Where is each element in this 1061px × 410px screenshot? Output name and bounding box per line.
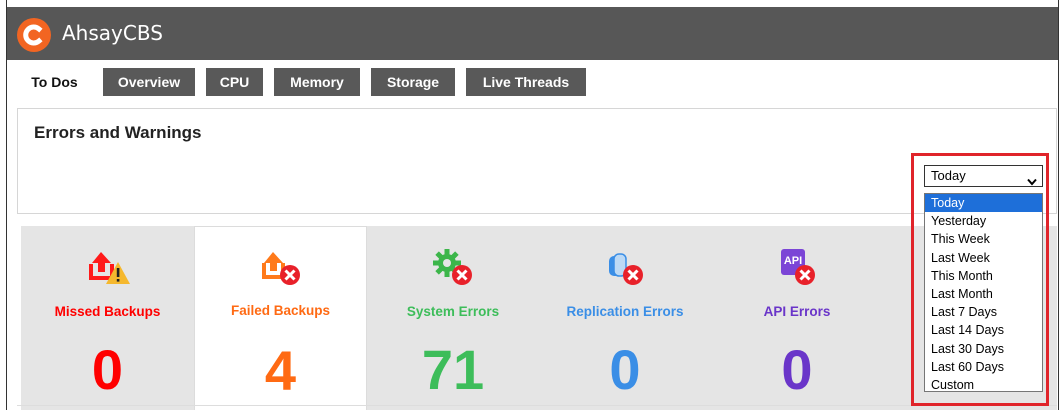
card-system-errors[interactable]: System Errors 71 <box>367 226 539 410</box>
system-error-gear-icon <box>431 248 475 293</box>
tab-storage[interactable]: Storage <box>371 68 455 96</box>
panel-title: Errors and Warnings <box>34 123 202 142</box>
card-label: API Errors <box>763 304 831 319</box>
annotation-highlight-box <box>911 153 1049 406</box>
tab-overview[interactable]: Overview <box>103 68 195 96</box>
app-title: AhsayCBS <box>62 21 163 45</box>
card-label: System Errors <box>406 304 500 319</box>
svg-text:API: API <box>784 255 802 267</box>
card-label: Replication Errors <box>566 304 684 319</box>
card-label: Failed Backups <box>230 303 331 318</box>
card-count: 0 <box>91 338 124 401</box>
replication-error-icon <box>603 248 647 293</box>
card-label: Missed Backups <box>54 304 161 319</box>
missed-backup-icon <box>86 248 130 293</box>
failed-backup-icon <box>259 249 303 294</box>
window-border-right <box>1058 0 1059 410</box>
ahsay-logo-icon <box>17 18 51 52</box>
card-count: 0 <box>609 338 641 401</box>
card-api-errors[interactable]: API API Errors 0 <box>711 226 883 410</box>
app-window: AhsayCBS To Dos Overview CPU Memory Stor… <box>0 0 1061 410</box>
tab-to-dos[interactable]: To Dos <box>17 68 92 96</box>
card-count: 0 <box>781 338 813 401</box>
title-bar: AhsayCBS <box>7 7 1058 60</box>
api-error-icon: API <box>775 248 819 293</box>
tab-memory[interactable]: Memory <box>274 68 360 96</box>
tab-live-threads[interactable]: Live Threads <box>466 68 586 96</box>
card-count: 71 <box>421 338 485 401</box>
card-count: 4 <box>264 339 297 402</box>
card-replication-errors[interactable]: Replication Errors 0 <box>539 226 711 410</box>
window-border-left <box>6 0 7 410</box>
errors-warnings-panel: Errors and Warnings <box>17 108 1057 214</box>
card-missed-backups[interactable]: Missed Backups 0 <box>21 226 194 410</box>
card-failed-backups[interactable]: Failed Backups 4 <box>194 226 367 410</box>
tab-cpu[interactable]: CPU <box>206 68 263 96</box>
divider <box>17 405 1057 406</box>
